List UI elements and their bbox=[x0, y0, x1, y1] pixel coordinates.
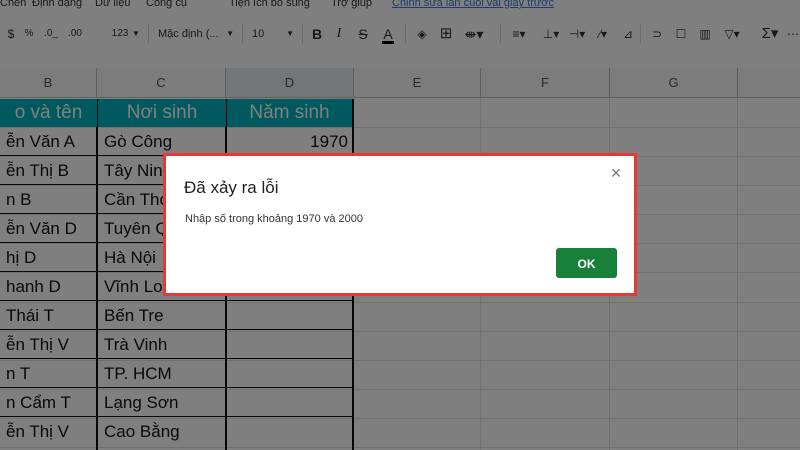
dialog-title: Đã xảy ra lỗi bbox=[184, 178, 279, 197]
close-icon[interactable]: × bbox=[608, 164, 624, 182]
error-dialog: Đã xảy ra lỗi × Nhập số trong khoảng 197… bbox=[163, 153, 637, 296]
dialog-message: Nhập số trong khoảng 1970 và 2000 bbox=[185, 213, 363, 225]
ok-button[interactable]: OK bbox=[556, 248, 617, 278]
